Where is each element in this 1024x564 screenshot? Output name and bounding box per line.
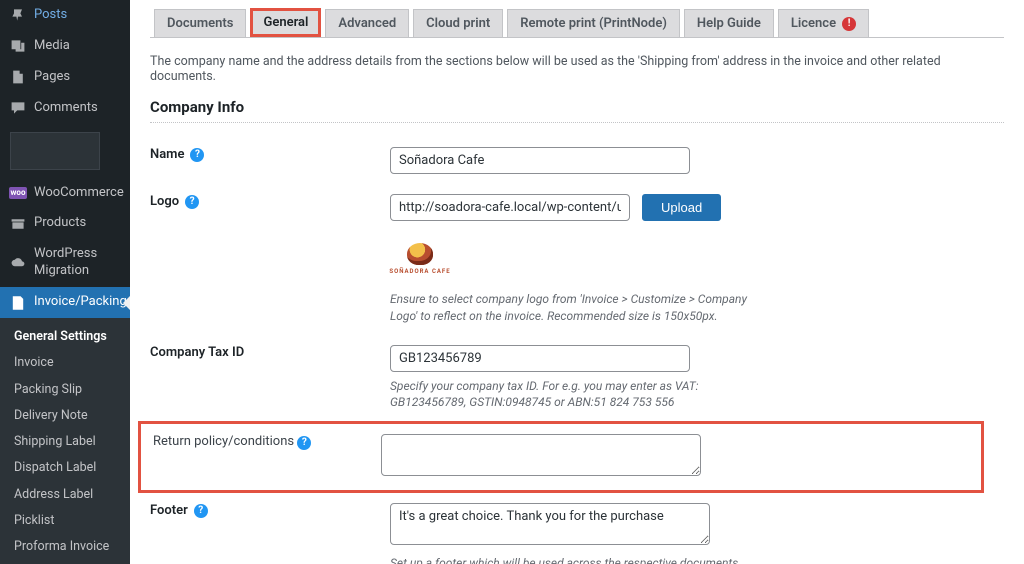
sidebar-submenu: General Settings Invoice Packing Slip De… [0, 318, 130, 564]
section-title-company-info: Company Info [150, 98, 1004, 123]
submenu-address-label[interactable]: Address Label [0, 482, 130, 508]
cloud-icon [10, 255, 26, 271]
logo-preview: SOÑADORA CAFE [390, 235, 1004, 283]
tab-general[interactable]: General [250, 8, 321, 37]
tab-remote-print[interactable]: Remote print (PrintNode) [507, 9, 680, 37]
submenu-credit-note[interactable]: Credit Note [0, 560, 130, 564]
pin-icon [10, 7, 26, 23]
sidebar-item-wp-migration[interactable]: WordPress Migration [0, 239, 130, 287]
document-icon [10, 295, 26, 311]
sidebar-avatar-box [10, 132, 100, 170]
sidebar-item-posts[interactable]: Posts [0, 0, 130, 31]
submenu-dispatch-label[interactable]: Dispatch Label [0, 455, 130, 481]
submenu-shipping-label[interactable]: Shipping Label [0, 429, 130, 455]
field-row-company-tax-id: Company Tax ID Specify your company tax … [150, 335, 1004, 422]
sidebar-item-invoice-packing[interactable]: Invoice/Packing [0, 287, 130, 318]
logo-brand-text: SOÑADORA CAFE [389, 268, 450, 275]
label-return-policy: Return policy/conditions [153, 434, 294, 449]
field-row-company-name: Name ? [150, 137, 1004, 184]
media-icon [10, 38, 26, 54]
company-tax-id-input[interactable] [390, 345, 690, 372]
submenu-packing-slip[interactable]: Packing Slip [0, 377, 130, 403]
tab-licence[interactable]: Licence ! [778, 9, 869, 37]
field-row-return-policy: Return policy/conditions ? [138, 421, 984, 493]
help-icon[interactable]: ? [185, 195, 199, 209]
settings-main-panel: Documents General Advanced Cloud print R… [130, 0, 1024, 564]
sidebar-item-label: Posts [34, 7, 67, 24]
pages-icon [10, 69, 26, 85]
submenu-proforma-invoice[interactable]: Proforma Invoice [0, 534, 130, 560]
sidebar-item-label: Media [34, 38, 70, 55]
logo-image-icon [407, 243, 433, 265]
label-company-tax-id: Company Tax ID [150, 345, 244, 360]
submenu-invoice[interactable]: Invoice [0, 350, 130, 376]
submenu-general-settings[interactable]: General Settings [0, 324, 130, 350]
intro-description: The company name and the address details… [150, 54, 1004, 84]
footer-help-text: Set up a footer which will be used acros… [390, 555, 770, 564]
sidebar-item-label: Products [34, 215, 86, 232]
sidebar-item-media[interactable]: Media [0, 31, 130, 62]
tab-documents[interactable]: Documents [154, 9, 246, 37]
upload-logo-button[interactable]: Upload [642, 194, 721, 221]
sidebar-item-label: WooCommerce [34, 185, 124, 202]
sidebar-item-woocommerce[interactable]: woo WooCommerce [0, 178, 130, 209]
comments-icon [10, 100, 26, 116]
sidebar-item-products[interactable]: Products [0, 208, 130, 239]
logo-url-input[interactable] [390, 194, 630, 221]
logo-help-text: Ensure to select company logo from 'Invo… [390, 291, 770, 325]
sidebar-item-label: WordPress Migration [34, 246, 122, 280]
company-name-input[interactable] [390, 147, 690, 174]
help-icon[interactable]: ? [297, 436, 311, 450]
field-row-company-logo: Logo ? Upload SOÑADORA CAFE Ensure to se… [150, 184, 1004, 335]
field-row-footer: Footer ? Set up a footer which will be u… [150, 493, 1004, 564]
submenu-picklist[interactable]: Picklist [0, 508, 130, 534]
footer-textarea[interactable] [390, 503, 710, 545]
alert-icon: ! [842, 17, 856, 31]
return-policy-textarea[interactable] [381, 434, 701, 476]
settings-tabs: Documents General Advanced Cloud print R… [150, 8, 1004, 38]
label-company-logo: Logo [150, 194, 179, 209]
products-icon [10, 216, 26, 232]
tab-advanced[interactable]: Advanced [325, 9, 409, 37]
sidebar-item-pages[interactable]: Pages [0, 62, 130, 93]
help-icon[interactable]: ? [190, 148, 204, 162]
sidebar-item-label: Comments [34, 100, 98, 117]
tab-cloud-print[interactable]: Cloud print [413, 9, 503, 37]
sidebar-item-label: Pages [34, 69, 70, 86]
tab-help-guide[interactable]: Help Guide [684, 9, 774, 37]
label-footer: Footer [150, 503, 188, 518]
tax-id-help-text: Specify your company tax ID. For e.g. yo… [390, 378, 770, 412]
label-company-name: Name [150, 147, 184, 162]
admin-sidebar: Posts Media Pages Comments woo WooComm [0, 0, 130, 564]
help-icon[interactable]: ? [194, 504, 208, 518]
submenu-delivery-note[interactable]: Delivery Note [0, 403, 130, 429]
sidebar-item-comments[interactable]: Comments [0, 93, 130, 124]
woocommerce-icon: woo [10, 185, 26, 201]
sidebar-item-label: Invoice/Packing [34, 294, 127, 311]
